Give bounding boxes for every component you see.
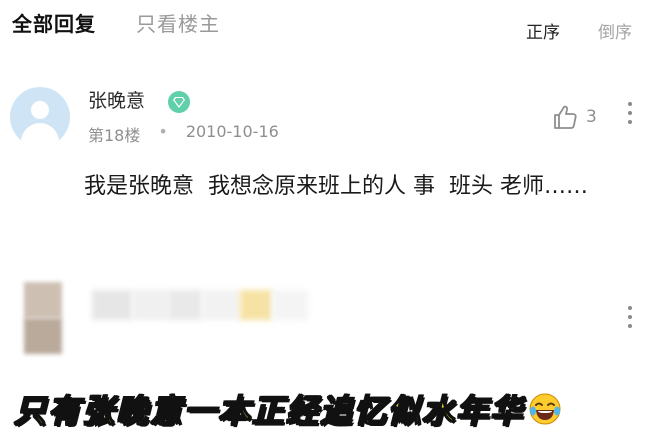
sort-options: 正序 倒序 (526, 18, 632, 43)
tab-owner-only[interactable]: 只看楼主 (136, 8, 220, 37)
like-count: 3 (586, 107, 597, 127)
avatar[interactable] (10, 87, 70, 147)
reply-tabs: 全部回复 只看楼主 (12, 8, 220, 37)
video-caption: 只有张晚意一本正经追忆似水年华 (13, 386, 562, 432)
more-options-icon[interactable] (628, 102, 632, 124)
post-date: 2010-10-16 (185, 122, 279, 141)
avatar-body-shape (21, 123, 59, 147)
blurred-reply-preview (92, 290, 308, 320)
laughing-tears-emoji-icon (529, 393, 561, 425)
avatar-head-shape (31, 101, 49, 119)
post-meta: 第18楼 • 2010-10-16 (88, 122, 279, 146)
meta-separator: • (158, 122, 168, 141)
username[interactable]: 张晚意 (88, 86, 145, 113)
diamond-icon (168, 91, 190, 113)
tab-all-replies[interactable]: 全部回复 (12, 8, 96, 37)
thumbs-up-icon (554, 105, 577, 129)
caption-text: 只有张晚意一本正经追忆似水年华 (13, 391, 525, 431)
post-content: 我是张晚意 我想念原来班上的人 事 班头 老师…… (84, 174, 588, 199)
blurred-avatar (24, 282, 62, 354)
sort-ascending-button[interactable]: 正序 (526, 18, 560, 43)
like-button[interactable]: 3 (552, 104, 597, 130)
floor-number: 第18楼 (88, 126, 141, 145)
more-options-icon-2[interactable] (628, 306, 632, 328)
sort-descending-button[interactable]: 倒序 (598, 18, 632, 43)
